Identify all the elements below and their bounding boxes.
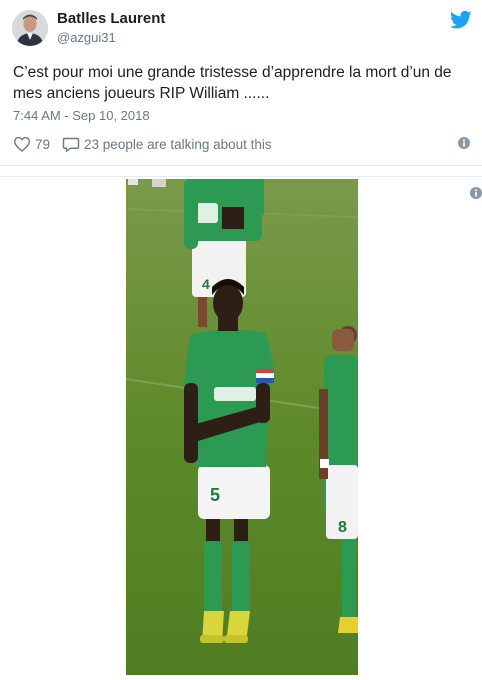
svg-text:8: 8: [338, 519, 347, 536]
heart-icon: [14, 136, 30, 152]
talking-count: 23 people are talking about this: [84, 136, 272, 152]
svg-text:5: 5: [210, 485, 220, 505]
info-icon[interactable]: [458, 137, 470, 149]
author-handle[interactable]: @azgui31: [57, 30, 116, 45]
reply-button[interactable]: 23 people are talking about this: [62, 136, 272, 153]
tweet-timestamp[interactable]: 7:44 AM - Sep 10, 2018: [13, 108, 150, 123]
speech-bubble-icon: [62, 137, 80, 152]
tweet-text: C’est pour moi une grande tristesse d’ap…: [13, 64, 452, 102]
like-button[interactable]: 79: [13, 136, 50, 152]
author-name[interactable]: Batlles Laurent: [57, 10, 165, 27]
author-avatar[interactable]: [12, 10, 48, 46]
tweet-card: Batlles Laurent @azgui31 C’est pour moi …: [0, 0, 482, 166]
info-icon[interactable]: [470, 187, 482, 199]
tweet-photo[interactable]: 4 8 5: [126, 179, 358, 675]
twitter-bird-icon[interactable]: [450, 10, 472, 30]
tweet-actions: 79 23 people are talking about this: [13, 134, 272, 154]
media-card: 4 8 5: [0, 176, 482, 680]
svg-text:4: 4: [202, 276, 210, 292]
like-count: 79: [35, 136, 51, 152]
